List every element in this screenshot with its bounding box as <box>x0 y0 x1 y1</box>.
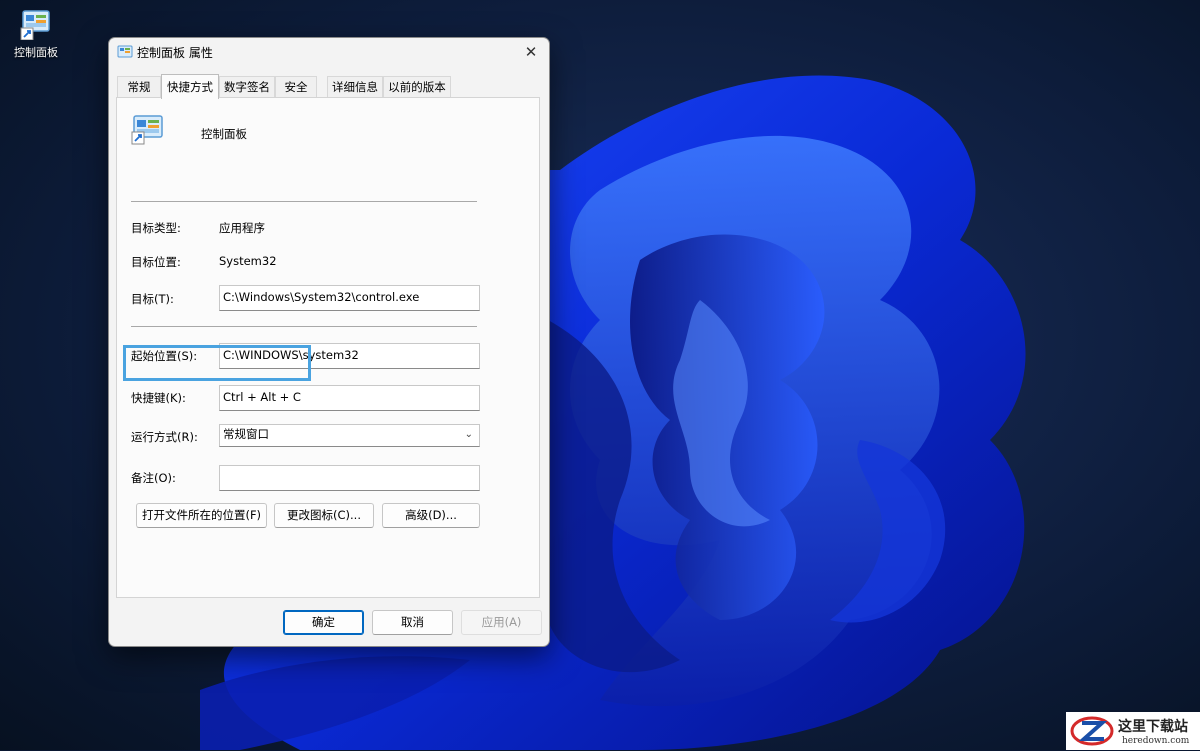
tab-details[interactable]: 详细信息 <box>327 76 383 97</box>
tab-shortcut[interactable]: 快捷方式 <box>161 74 219 99</box>
close-button[interactable]: ✕ <box>517 40 545 64</box>
watermark-name: 这里下载站 <box>1118 719 1188 735</box>
properties-dialog: 控制面板 属性 ✕ 常规 快捷方式 数字签名 安全 详细信息 以前的版本 控制面… <box>108 37 550 647</box>
shortcut-key-label: 快捷键(K): <box>131 391 186 405</box>
desktop-icon-control-panel[interactable]: 控制面板 <box>8 8 64 60</box>
shortcut-tab-panel: 控制面板 目标类型: 应用程序 目标位置: System32 目标(T): C:… <box>116 97 540 598</box>
chevron-down-icon: ⌄ <box>464 429 473 440</box>
tab-previous-versions[interactable]: 以前的版本 <box>383 76 451 97</box>
shortcut-key-highlight <box>123 345 311 381</box>
control-panel-icon <box>117 44 133 58</box>
desktop-icon-label: 控制面板 <box>14 46 58 59</box>
run-label: 运行方式(R): <box>131 430 198 444</box>
control-panel-icon <box>131 115 165 145</box>
tab-digital-signatures[interactable]: 数字签名 <box>219 76 275 97</box>
target-location-value: System32 <box>219 254 277 268</box>
advanced-button[interactable]: 高级(D)... <box>382 503 480 528</box>
shortcut-key-field[interactable]: Ctrl + Alt + C <box>219 385 480 411</box>
apply-button[interactable]: 应用(A) <box>461 610 542 635</box>
site-logo-icon <box>1070 715 1114 747</box>
change-icon-button[interactable]: 更改图标(C)... <box>274 503 374 528</box>
divider <box>131 201 477 202</box>
run-select-value: 常规窗口 <box>223 427 269 441</box>
title-bar[interactable]: 控制面板 属性 ✕ <box>109 38 549 66</box>
open-file-location-button[interactable]: 打开文件所在的位置(F) <box>136 503 267 528</box>
watermark-logo: 这里下载站 heredown.com <box>1066 712 1200 750</box>
shortcut-name: 控制面板 <box>201 127 247 141</box>
target-field[interactable]: C:\Windows\System32\control.exe <box>219 285 480 311</box>
control-panel-icon <box>20 8 52 41</box>
watermark-url: heredown.com <box>1122 736 1190 746</box>
target-label: 目标(T): <box>131 292 174 306</box>
target-location-label: 目标位置: <box>131 255 181 269</box>
cancel-button[interactable]: 取消 <box>372 610 453 635</box>
close-icon: ✕ <box>524 43 538 61</box>
comment-field[interactable] <box>219 465 480 491</box>
target-type-label: 目标类型: <box>131 221 181 235</box>
divider <box>131 326 477 327</box>
dialog-title: 控制面板 属性 <box>137 46 213 60</box>
run-select[interactable]: 常规窗口 ⌄ <box>219 424 480 447</box>
comment-label: 备注(O): <box>131 471 176 485</box>
tab-security[interactable]: 安全 <box>275 76 317 97</box>
ok-button[interactable]: 确定 <box>283 610 364 635</box>
target-type-value: 应用程序 <box>219 221 265 235</box>
tab-general[interactable]: 常规 <box>117 76 161 97</box>
